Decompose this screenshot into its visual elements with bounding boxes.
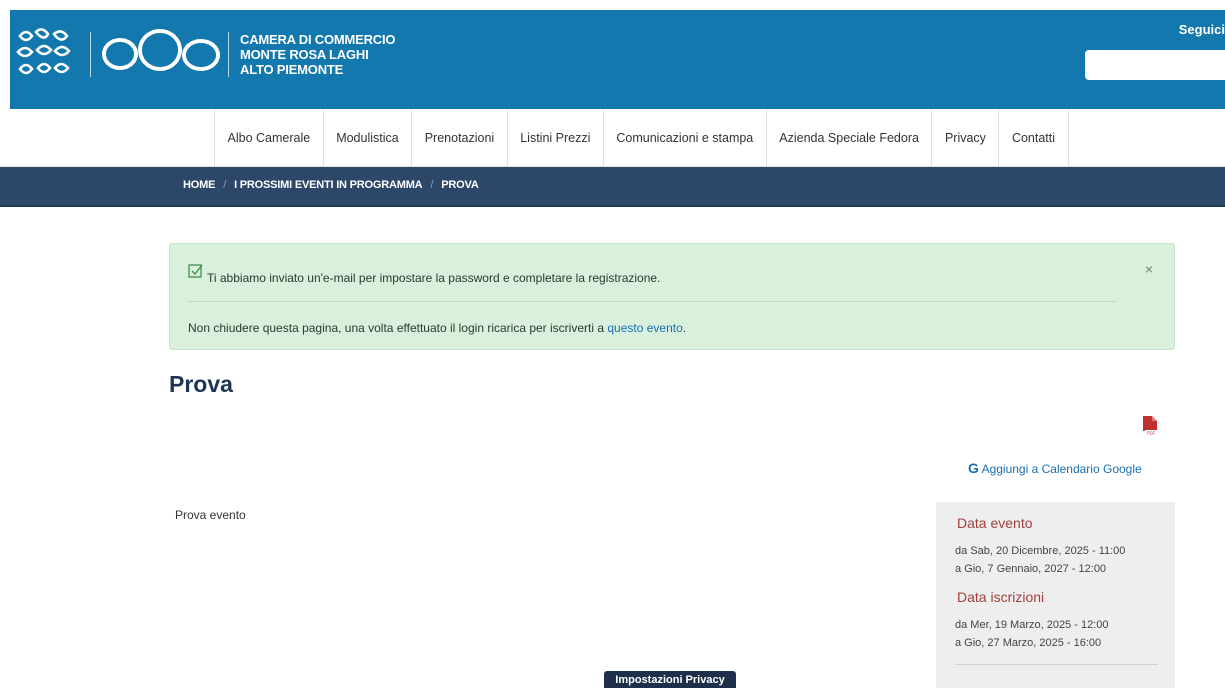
nav-item-azienda-speciale-fedora[interactable]: Azienda Speciale Fedora (767, 109, 933, 166)
gcal-label: Aggiungi a Calendario Google (981, 462, 1142, 476)
event-box-divider (955, 664, 1158, 665)
event-link[interactable]: questo evento (607, 321, 682, 335)
nav-item-contatti[interactable]: Contatti (999, 109, 1069, 166)
nav-item-prenotazioni[interactable]: Prenotazioni (412, 109, 508, 166)
follow-us-label[interactable]: Seguici (1179, 22, 1225, 37)
breadcrumb-separator: / (430, 179, 434, 191)
breadcrumb-home[interactable]: HOME (183, 179, 215, 191)
logo-divider (90, 32, 91, 77)
nav-item-albo-camerale[interactable]: Albo Camerale (215, 109, 324, 166)
event-date-to: a Gio, 7 Gennaio, 2027 - 12:00 (955, 563, 1107, 575)
nav-item-comunicazioni-e-stampa[interactable]: Comunicazioni e stampa (604, 109, 767, 166)
event-description: Prova evento (175, 508, 246, 522)
nav-item-privacy[interactable]: Privacy (932, 109, 1000, 166)
privacy-settings-button[interactable]: Impostazioni Privacy (604, 671, 736, 688)
main-navigation: Albo Camerale Modulistica Prenotazioni L… (0, 109, 1225, 167)
event-date-heading: Data evento (957, 515, 1033, 531)
chamber-emblem-icon[interactable] (10, 24, 80, 84)
event-date-from: da Sab, 20 Dicembre, 2025 - 11:00 (955, 545, 1126, 557)
pdf-icon[interactable]: PDF (1142, 415, 1158, 435)
logo-divider (228, 32, 229, 77)
registration-date-to: a Gio, 27 Marzo, 2025 - 16:00 (955, 637, 1102, 649)
breadcrumb-events[interactable]: I PROSSIMI EVENTI IN PROGRAMMA (234, 179, 423, 191)
alert-divider (187, 301, 1117, 302)
add-to-google-calendar-link[interactable]: G Aggiungi a Calendario Google (968, 460, 1142, 476)
breadcrumb-bar: HOME / I PROSSIMI EVENTI IN PROGRAMMA / PROV… (0, 167, 1225, 207)
registration-date-from: da Mer, 19 Marzo, 2025 - 12:00 (955, 619, 1109, 631)
nav-item-listini-prezzi[interactable]: Listini Prezzi (508, 109, 604, 166)
organization-name[interactable]: CAMERA DI COMMERCIO MONTE ROSA LAGHI ALT… (240, 32, 396, 77)
nav-item-modulistica[interactable]: Modulistica (324, 109, 413, 166)
alert-login-message: Non chiudere questa pagina, una volta ef… (188, 321, 686, 335)
breadcrumb: HOME / I PROSSIMI EVENTI IN PROGRAMMA / PROV… (183, 179, 479, 191)
alert-login-suffix: . (682, 321, 687, 335)
checkbox-check-icon (188, 264, 203, 278)
svg-text:PDF: PDF (1147, 430, 1156, 435)
org-name-line: ALTO PIEMONTE (240, 62, 344, 77)
org-name-line: CAMERA DI COMMERCIO (240, 32, 396, 47)
alert-message: Ti abbiamo inviato un'e-mail per imposta… (207, 271, 661, 285)
breadcrumb-separator: / (223, 179, 227, 191)
alert-login-text: Non chiudere questa pagina, una volta ef… (188, 321, 608, 335)
breadcrumb-current: PROVA (441, 179, 479, 191)
mountains-lakes-logo-icon[interactable] (98, 24, 224, 84)
event-dates-box: Data evento da Sab, 20 Dicembre, 2025 - … (936, 502, 1175, 688)
site-header: CAMERA DI COMMERCIO MONTE ROSA LAGHI ALT… (10, 10, 1225, 109)
registration-date-heading: Data iscrizioni (957, 589, 1045, 605)
org-name-line: MONTE ROSA LAGHI (240, 47, 369, 62)
page-title: Prova (169, 371, 233, 397)
close-icon[interactable]: × (1145, 261, 1153, 277)
search-input[interactable] (1085, 50, 1225, 80)
google-icon: G (968, 460, 979, 476)
success-alert: Ti abbiamo inviato un'e-mail per imposta… (169, 243, 1175, 350)
